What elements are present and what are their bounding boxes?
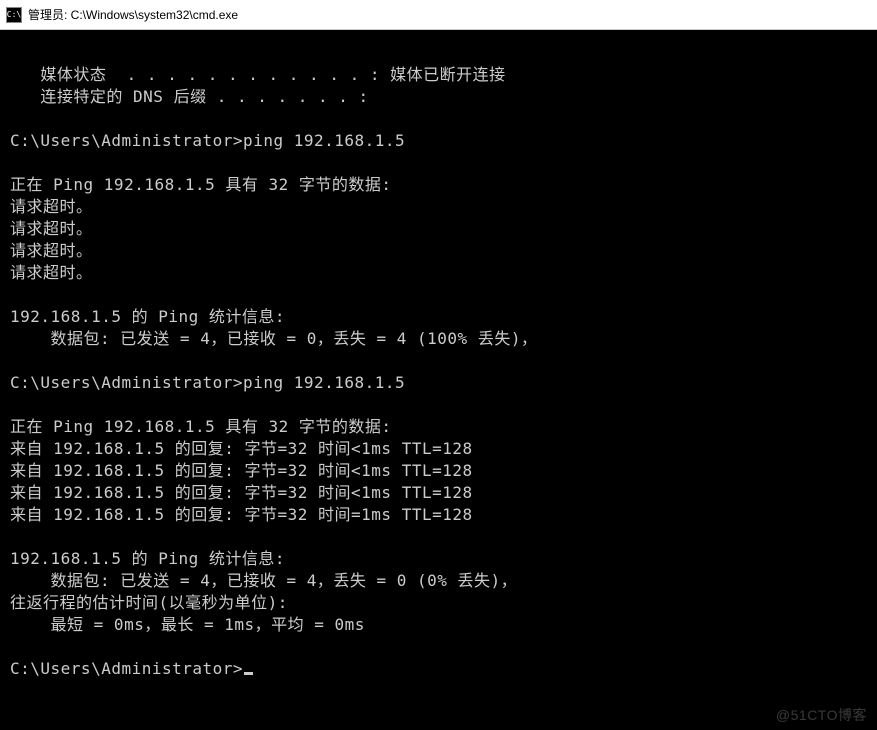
terminal-line: 来自 192.168.1.5 的回复: 字节=32 时间<1ms TTL=128 xyxy=(10,438,867,460)
terminal-line: 数据包: 已发送 = 4，已接收 = 0，丢失 = 4 (100% 丢失)， xyxy=(10,328,867,350)
terminal-line xyxy=(10,284,867,306)
terminal-line xyxy=(10,42,867,64)
terminal-line: 请求超时。 xyxy=(10,240,867,262)
terminal-line: 请求超时。 xyxy=(10,262,867,284)
terminal-line: 正在 Ping 192.168.1.5 具有 32 字节的数据: xyxy=(10,416,867,438)
terminal-line: 往返行程的估计时间(以毫秒为单位): xyxy=(10,592,867,614)
window-title: 管理员: C:\Windows\system32\cmd.exe xyxy=(28,6,871,23)
terminal-line: C:\Users\Administrator> xyxy=(10,658,867,680)
terminal-line xyxy=(10,636,867,658)
terminal-line: 192.168.1.5 的 Ping 统计信息: xyxy=(10,306,867,328)
window-titlebar[interactable]: C:\ 管理员: C:\Windows\system32\cmd.exe xyxy=(0,0,877,30)
terminal-line xyxy=(10,152,867,174)
terminal-line xyxy=(10,108,867,130)
terminal-line: 请求超时。 xyxy=(10,196,867,218)
terminal-line: 媒体状态 . . . . . . . . . . . . : 媒体已断开连接 xyxy=(10,64,867,86)
terminal-line xyxy=(10,526,867,548)
terminal-line: 连接特定的 DNS 后缀 . . . . . . . : xyxy=(10,86,867,108)
watermark-text: @51CTO博客 xyxy=(776,705,867,725)
terminal-line xyxy=(10,394,867,416)
terminal-line: 正在 Ping 192.168.1.5 具有 32 字节的数据: xyxy=(10,174,867,196)
terminal-line: 请求超时。 xyxy=(10,218,867,240)
terminal-line: 来自 192.168.1.5 的回复: 字节=32 时间<1ms TTL=128 xyxy=(10,460,867,482)
terminal-line: 最短 = 0ms，最长 = 1ms，平均 = 0ms xyxy=(10,614,867,636)
terminal-line: C:\Users\Administrator>ping 192.168.1.5 xyxy=(10,372,867,394)
terminal-output[interactable]: 媒体状态 . . . . . . . . . . . . : 媒体已断开连接 连… xyxy=(0,30,877,730)
terminal-line xyxy=(10,350,867,372)
terminal-line: 数据包: 已发送 = 4，已接收 = 4，丢失 = 0 (0% 丢失)， xyxy=(10,570,867,592)
terminal-line: 来自 192.168.1.5 的回复: 字节=32 时间=1ms TTL=128 xyxy=(10,504,867,526)
terminal-line: C:\Users\Administrator>ping 192.168.1.5 xyxy=(10,130,867,152)
cursor-icon xyxy=(244,672,253,675)
terminal-line: 192.168.1.5 的 Ping 统计信息: xyxy=(10,548,867,570)
terminal-line: 来自 192.168.1.5 的回复: 字节=32 时间<1ms TTL=128 xyxy=(10,482,867,504)
cmd-icon: C:\ xyxy=(6,7,22,23)
